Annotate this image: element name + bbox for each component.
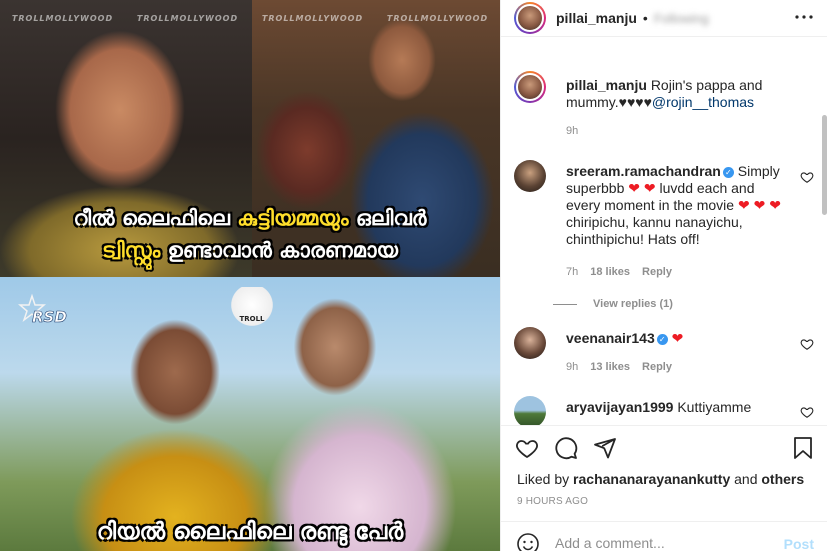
post-actions: Liked by rachananarayanankutty and other… — [501, 425, 827, 507]
rsd-logo: RSD — [18, 293, 67, 326]
commenter-avatar[interactable] — [514, 327, 546, 359]
verified-badge-icon: ✓ — [722, 167, 734, 178]
comments-scrollbar[interactable] — [822, 115, 827, 215]
post-timestamp[interactable]: 9 HOURS AGO — [517, 496, 588, 507]
watermark-text: TROLLMOLLYWOOD — [11, 14, 114, 23]
liked-by-prefix: Liked by — [517, 471, 574, 487]
comment-text: chiripichu, kannu nanayichu, chinthipich… — [566, 214, 743, 247]
comment-time[interactable]: 7h — [566, 266, 578, 278]
save-bookmark-icon[interactable] — [792, 436, 814, 460]
meme-caption-bottom: റിയൽ ലൈഫിലെ രണ്ടു പേർ — [96, 519, 404, 545]
comment-likes[interactable]: 18 likes — [590, 266, 630, 278]
caption-top-line2-highlight: ട്വിസ്റ്റും — [102, 238, 168, 262]
liked-by-and: and — [730, 471, 762, 487]
liked-by-username[interactable]: rachananarayanankutty — [573, 471, 730, 487]
watermark-row: TROLLMOLLYWOOD TROLLMOLLYWOOD TROLLMOLLY… — [0, 14, 500, 23]
caption-time[interactable]: 9h — [566, 125, 578, 137]
caption-top-line1-b: ഒലിവർ — [348, 206, 427, 230]
more-options-icon[interactable] — [794, 10, 814, 26]
like-comment-heart-icon[interactable] — [800, 405, 814, 419]
liked-by-others[interactable]: others — [761, 471, 804, 487]
post-comment-button[interactable]: Post — [784, 536, 814, 551]
author-username[interactable]: pillai_manju — [556, 10, 637, 26]
post-details-panel: pillai_manju • Following pillai_manju Ro… — [500, 0, 827, 551]
like-comment-heart-icon[interactable] — [800, 337, 814, 351]
verified-badge-icon: ✓ — [656, 334, 668, 345]
post-image[interactable]: TROLLMOLLYWOOD TROLLMOLLYWOOD TROLLMOLLY… — [0, 0, 500, 551]
commenter-username[interactable]: aryavijayan1999 — [566, 399, 673, 415]
add-comment-input[interactable] — [555, 535, 775, 551]
comment-text: Kuttiyamme — [677, 399, 752, 415]
rsd-logo-text: RSD — [32, 308, 67, 326]
comment-reply-button[interactable]: Reply — [642, 361, 672, 373]
action-icons-row — [515, 436, 617, 460]
author-avatar[interactable] — [514, 2, 546, 34]
watermark-text: TROLLMOLLYWOOD — [261, 14, 364, 23]
commenter-username[interactable]: sreeram.ramachandran — [566, 163, 721, 179]
replies-line — [553, 303, 577, 305]
share-paper-plane-icon[interactable] — [593, 436, 617, 460]
caption-username[interactable]: pillai_manju — [566, 77, 647, 93]
comment-time[interactable]: 9h — [566, 361, 578, 373]
caption-hearts: ♥♥♥♥ — [618, 94, 652, 110]
follow-status-blurred[interactable]: Following — [654, 11, 709, 26]
commenter-avatar[interactable] — [514, 160, 546, 192]
caption-author-avatar[interactable] — [514, 71, 546, 103]
separator-dot: • — [642, 10, 648, 26]
troll-logo-text: TROLL — [239, 315, 265, 323]
meme-caption-top: റീൽ ലൈഫിലെ കുട്ടിയമ്മയും ഒലിവർ ട്വിസ്റ്റ… — [0, 202, 500, 266]
caption-mention[interactable]: @rojin__thomas — [652, 94, 754, 110]
comment-reply-button[interactable]: Reply — [642, 266, 672, 278]
comment-hearts: ❤ — [737, 197, 750, 213]
comments-list[interactable]: pillai_manju Rojin's pappa and mummy.♥♥♥… — [501, 55, 827, 425]
like-comment-heart-icon[interactable] — [800, 170, 814, 184]
comment-hearts: ❤ ❤ — [628, 180, 656, 196]
view-replies-button[interactable]: View replies (1) — [553, 298, 673, 310]
like-heart-icon[interactable] — [515, 436, 539, 460]
instagram-post-view: TROLLMOLLYWOOD TROLLMOLLYWOOD TROLLMOLLY… — [0, 0, 827, 551]
comment-hearts: ❤ ❤ — [753, 197, 781, 213]
caption-top-line2-b: ഉണ്ടാവാൻ കാരണമായ — [167, 238, 398, 262]
add-comment-bar: Post — [501, 521, 827, 551]
troll-mollywood-logo: TROLL — [226, 287, 278, 327]
view-replies-label[interactable]: View replies (1) — [593, 298, 673, 310]
commenter-avatar[interactable] — [514, 396, 546, 425]
comment-bubble-icon[interactable] — [554, 436, 578, 460]
watermark-text: TROLLMOLLYWOOD — [136, 14, 239, 23]
comment-hearts: ❤ — [671, 330, 684, 346]
comment-likes[interactable]: 13 likes — [590, 361, 630, 373]
emoji-smiley-icon[interactable] — [516, 532, 540, 551]
post-header: pillai_manju • Following — [501, 0, 827, 37]
liked-by-summary: Liked by rachananarayanankutty and other… — [517, 471, 817, 487]
commenter-username[interactable]: veenanair143 — [566, 330, 655, 346]
caption-top-line1-a: റീൽ ലൈഫിലെ — [73, 206, 238, 230]
caption-top-highlight: കുട്ടിയമ്മയും — [237, 206, 349, 230]
watermark-text: TROLLMOLLYWOOD — [386, 14, 489, 23]
